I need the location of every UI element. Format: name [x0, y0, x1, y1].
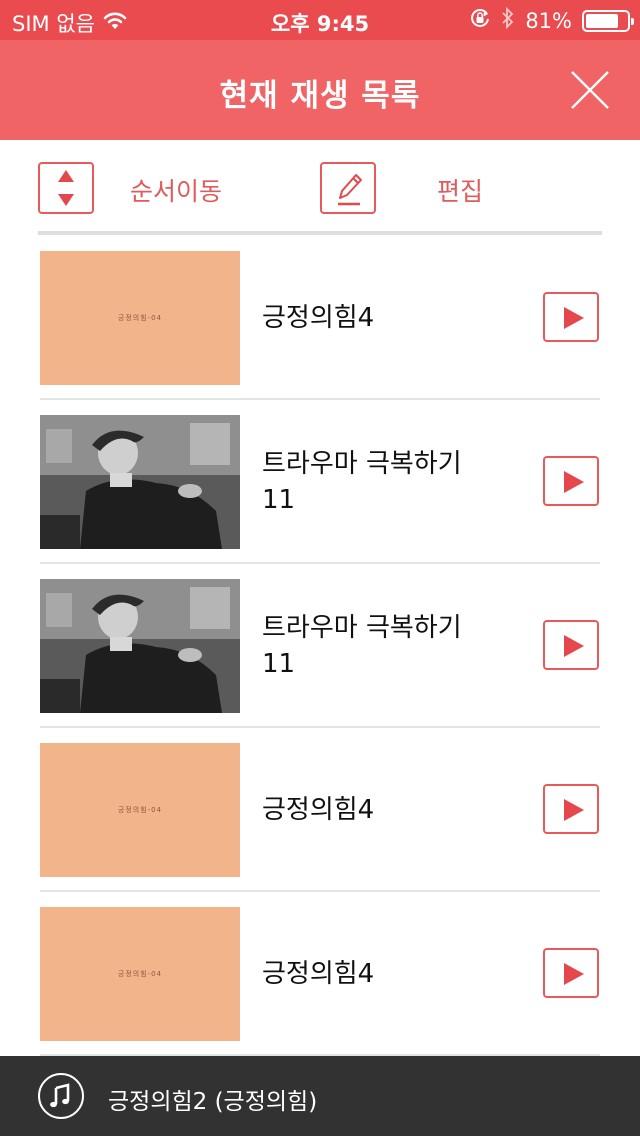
play-button[interactable]	[543, 292, 599, 342]
play-icon	[564, 307, 584, 329]
now-playing-title: 긍정의힘2 (긍정의힘)	[108, 1089, 318, 1115]
play-button[interactable]	[543, 784, 599, 834]
portrait-image	[40, 415, 240, 549]
battery-fill	[586, 13, 618, 28]
play-icon	[564, 471, 584, 493]
battery-percent: 81%	[525, 8, 572, 33]
pencil-icon	[338, 174, 362, 206]
battery-icon	[582, 9, 634, 32]
play-icon	[564, 799, 584, 821]
playlist-toolbar: 순서이동 편집	[0, 140, 640, 232]
thumbnail-caption: 긍정의힘-04	[117, 314, 163, 322]
reorder-label[interactable]: 순서이동	[130, 172, 222, 208]
play-icon	[564, 963, 584, 985]
close-button[interactable]	[570, 70, 610, 110]
video-thumbnail: 긍정의힘-04	[40, 743, 240, 877]
list-item[interactable]: 트라우마 극복하기 11	[0, 564, 640, 728]
play-button[interactable]	[543, 456, 599, 506]
item-title: 긍정의힘4	[262, 959, 375, 989]
play-button[interactable]	[543, 620, 599, 670]
item-title: 긍정의힘4	[262, 303, 375, 333]
item-title: 긍정의힘4	[262, 795, 375, 825]
edit-label[interactable]: 편집	[437, 172, 483, 208]
item-title: 트라우마 극복하기 11	[262, 449, 462, 515]
rotation-lock-icon	[469, 7, 491, 34]
now-playing-bar[interactable]: 긍정의힘2 (긍정의힘)	[0, 1056, 640, 1136]
list-item[interactable]: 긍정의힘-04 긍정의힘4	[0, 728, 640, 892]
video-thumbnail: 긍정의힘-04	[40, 251, 240, 385]
list-item[interactable]: 긍정의힘-04 긍정의힘4	[0, 892, 640, 1056]
reorder-arrows-icon	[58, 170, 74, 206]
bluetooth-icon	[501, 6, 515, 34]
header: 현재 재생 목록	[0, 40, 640, 140]
play-button[interactable]	[543, 948, 599, 998]
status-bar: SIM 없음 오후 9:45 81%	[0, 0, 640, 40]
portrait-image	[40, 579, 240, 713]
video-thumbnail	[40, 415, 240, 549]
toolbar-divider	[38, 231, 602, 235]
video-thumbnail: 긍정의힘-04	[40, 907, 240, 1041]
music-note-icon	[38, 1073, 84, 1119]
page-title: 현재 재생 목록	[219, 78, 421, 114]
list-item[interactable]: 트라우마 극복하기 11	[0, 400, 640, 564]
list-item[interactable]: 긍정의힘-04 긍정의힘4	[0, 236, 640, 400]
thumbnail-caption: 긍정의힘-04	[117, 806, 163, 814]
play-icon	[564, 635, 584, 657]
close-icon	[571, 71, 609, 109]
reorder-button[interactable]	[38, 162, 94, 214]
thumbnail-caption: 긍정의힘-04	[117, 970, 163, 978]
item-title: 트라우마 극복하기 11	[262, 613, 462, 679]
edit-button[interactable]	[320, 162, 376, 214]
video-thumbnail	[40, 579, 240, 713]
